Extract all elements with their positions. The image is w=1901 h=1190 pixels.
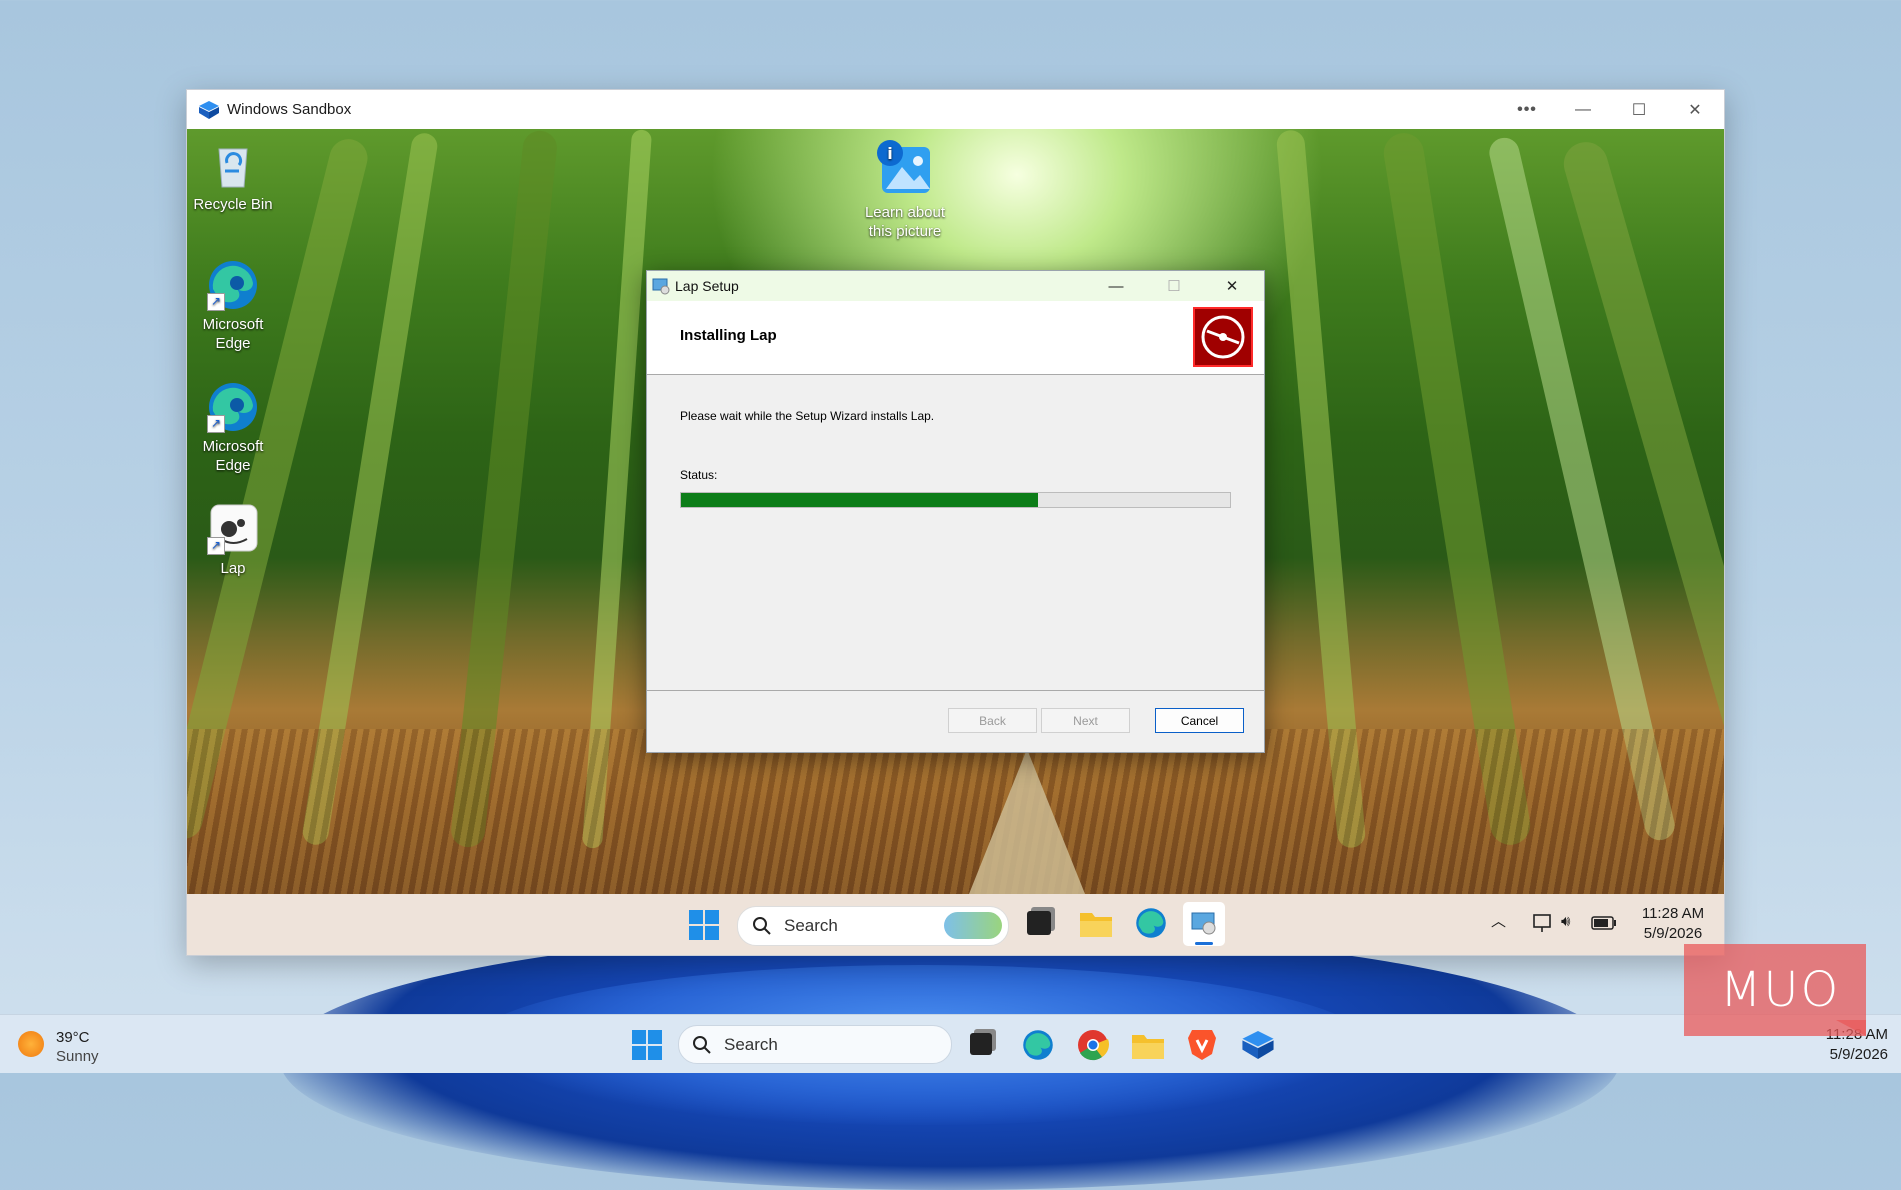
weather-temp: 39°C <box>56 1029 90 1046</box>
search-placeholder: Search <box>724 1035 778 1054</box>
shortcut-arrow-icon: ↗ <box>207 537 225 555</box>
desktop-icon-lap[interactable]: ↗ Lap <box>193 503 273 578</box>
sun-weather-icon[interactable] <box>18 1031 44 1057</box>
recycle-bin-icon <box>218 148 248 188</box>
setup-logo <box>1193 307 1253 367</box>
setup-close-button[interactable]: ✕ <box>1203 271 1261 301</box>
task-view-icon[interactable] <box>1027 911 1051 935</box>
next-button[interactable]: Next <box>1041 708 1130 733</box>
task-view-icon[interactable] <box>970 1033 992 1055</box>
sandbox-taskbar: Search ︿ 🔊︎ 11:28 AM 5/9/2026 <box>187 894 1724 955</box>
disc-icon <box>1201 315 1245 359</box>
search-highlight-icon <box>944 912 1002 939</box>
desktop-icon-edge[interactable]: ↗ Microsoft Edge <box>193 259 273 353</box>
search-placeholder: Search <box>784 916 838 935</box>
start-button[interactable] <box>632 1030 662 1060</box>
back-button[interactable]: Back <box>948 708 1037 733</box>
status-label: Status: <box>680 468 718 482</box>
edge-taskbar-icon[interactable] <box>1135 907 1167 939</box>
shortcut-arrow-icon: ↗ <box>207 293 225 311</box>
file-explorer-icon[interactable] <box>1080 909 1112 937</box>
volume-icon[interactable]: 🔊︎ <box>1561 912 1570 932</box>
setup-title: Lap Setup <box>675 278 739 294</box>
footer-divider <box>647 690 1264 691</box>
desktop-icon-edge[interactable]: ↗ Microsoft Edge <box>193 381 273 475</box>
desktop-icon-label: Recycle Bin <box>193 196 273 213</box>
desktop-icon-label: Learn about this picture <box>864 204 946 240</box>
search-icon <box>693 1036 711 1054</box>
chrome-icon[interactable] <box>1077 1029 1109 1061</box>
sandbox-taskbar-icon[interactable] <box>1242 1031 1274 1059</box>
walking-path <box>967 749 1087 894</box>
sandbox-close-button[interactable]: ✕ <box>1667 90 1723 129</box>
setup-taskbar-button[interactable] <box>1183 902 1225 946</box>
search-icon <box>753 917 771 935</box>
weather-widget[interactable]: 39°C Sunny <box>56 1028 99 1066</box>
host-search-box[interactable]: Search <box>678 1025 952 1064</box>
desktop-icon-label: Microsoft Edge <box>202 316 264 352</box>
file-explorer-icon[interactable] <box>1132 1031 1164 1059</box>
setup-heading: Installing Lap <box>680 327 777 344</box>
grass <box>187 729 1724 894</box>
cancel-button[interactable]: Cancel <box>1155 708 1244 733</box>
chevron-up-icon[interactable]: ︿ <box>1491 912 1506 932</box>
active-indicator <box>1195 942 1213 945</box>
battery-icon[interactable] <box>1591 916 1617 930</box>
svg-text:i: i <box>887 144 892 163</box>
weather-desc: Sunny <box>56 1048 99 1065</box>
desktop-icon-learn-about-picture[interactable]: i Learn about this picture <box>855 137 955 241</box>
learn-about-picture-icon: i <box>877 140 930 193</box>
progress-bar <box>680 492 1231 508</box>
watermark-text: MUO <box>1720 962 1841 1018</box>
sandbox-logo-icon <box>199 101 219 119</box>
setup-banner: Installing Lap <box>647 301 1264 375</box>
shortcut-arrow-icon: ↗ <box>207 415 225 433</box>
installer-icon <box>652 278 670 295</box>
sandbox-clock[interactable]: 11:28 AM 5/9/2026 <box>1633 904 1713 944</box>
sandbox-maximize-button[interactable]: ☐ <box>1611 90 1667 129</box>
desktop-icon-label: Microsoft Edge <box>202 438 264 474</box>
more-options-button[interactable]: ••• <box>1499 90 1555 129</box>
brave-icon[interactable] <box>1188 1028 1216 1060</box>
host-taskbar: 39°C Sunny Search 11:28 AM 5/9/2026 <box>0 1014 1901 1073</box>
desktop-icon-recycle-bin[interactable]: Recycle Bin <box>193 139 273 214</box>
setup-maximize-button: ☐ <box>1167 278 1181 295</box>
installer-icon <box>1191 912 1216 935</box>
setup-message: Please wait while the Setup Wizard insta… <box>680 409 935 423</box>
setup-titlebar[interactable]: Lap Setup — ☐ ✕ <box>647 271 1264 301</box>
clock-time: 11:28 AM <box>1641 905 1705 922</box>
setup-minimize-button[interactable]: — <box>1087 271 1145 301</box>
network-icon[interactable] <box>1531 914 1553 934</box>
watermark-tail <box>1836 1020 1866 1036</box>
sandbox-search-box[interactable]: Search <box>737 906 1009 946</box>
start-button[interactable] <box>689 910 719 940</box>
sandbox-minimize-button[interactable]: — <box>1555 90 1611 129</box>
clock-date: 5/9/2026 <box>1643 925 1703 942</box>
sandbox-titlebar[interactable]: Windows Sandbox ••• — ☐ ✕ <box>187 90 1724 129</box>
progress-fill <box>681 493 1038 507</box>
desktop-icon-label: Lap <box>220 560 246 577</box>
clock-date: 5/9/2026 <box>1829 1046 1888 1063</box>
setup-dialog: Lap Setup — ☐ ✕ Installing Lap Please wa… <box>646 270 1265 753</box>
sandbox-title: Windows Sandbox <box>227 101 352 118</box>
edge-taskbar-icon[interactable] <box>1022 1029 1054 1061</box>
